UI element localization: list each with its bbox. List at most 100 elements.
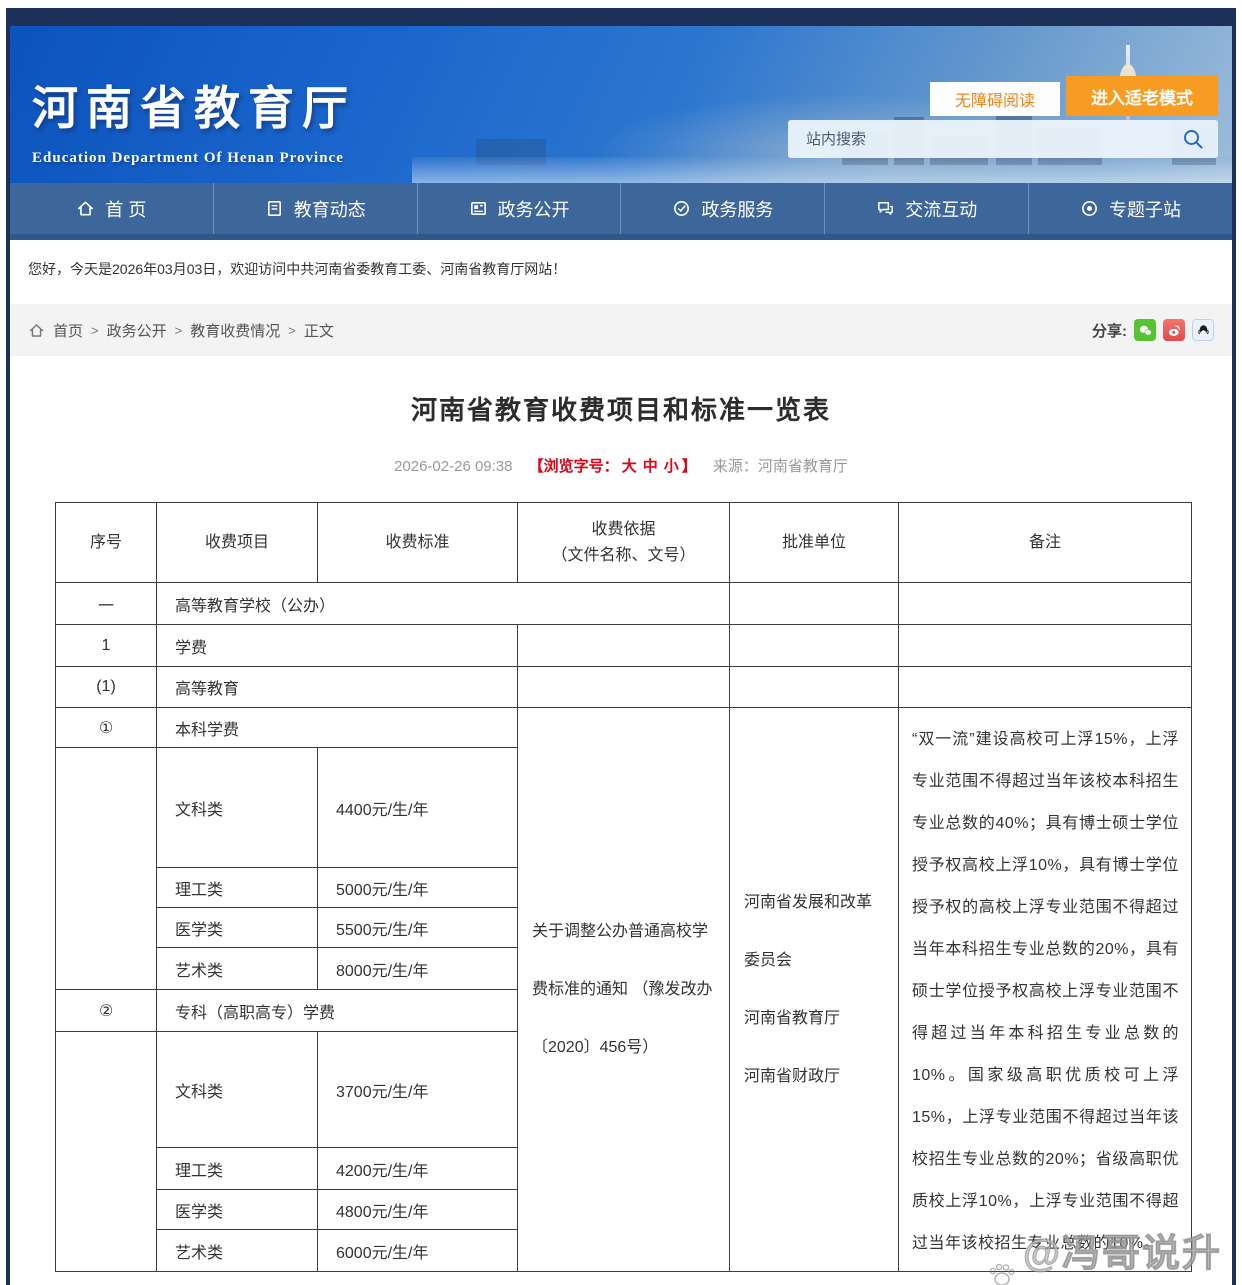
col-header-no: 序号 — [56, 503, 157, 583]
breadcrumb-item-home[interactable]: 首页 — [53, 320, 83, 341]
article: 河南省教育收费项目和标准一览表 2026-02-26 09:38 【浏览字号：大… — [10, 390, 1232, 1272]
fee-standard: 8000元/生/年 — [318, 948, 518, 990]
table-header-row: 序号 收费项目 收费标准 收费依据 （文件名称、文号） 批准单位 备注 — [56, 503, 1192, 583]
font-size-small[interactable]: 小 — [664, 458, 679, 475]
breadcrumb-separator: > — [288, 323, 296, 338]
empty-cell — [899, 667, 1192, 708]
water-reflection — [412, 157, 1232, 183]
empty-cell — [730, 667, 899, 708]
row-no: ② — [56, 990, 157, 1032]
nav-item-education-news[interactable]: 教育动态 — [213, 183, 417, 234]
qq-share-icon[interactable] — [1192, 319, 1214, 341]
wechat-share-icon[interactable] — [1134, 319, 1156, 341]
home-icon — [76, 199, 95, 218]
breadcrumb-home-icon[interactable] — [28, 322, 45, 339]
fee-category: 文科类 — [157, 1032, 318, 1148]
row-item: 专科（高职高专）学费 — [157, 990, 518, 1032]
col-header-basis-line1: 收费依据 — [518, 517, 729, 543]
welcome-bar: 您好，今天是2026年03月03日，欢迎访问中共河南省委教育工委、河南省教育厅网… — [10, 240, 1232, 298]
site-search — [788, 120, 1218, 158]
row-no: (1) — [56, 667, 157, 708]
nav-label: 专题子站 — [1109, 196, 1181, 222]
row-no: ① — [56, 708, 157, 748]
search-input[interactable] — [788, 120, 1182, 158]
font-size-medium[interactable]: 中 — [643, 458, 658, 475]
empty-cell — [730, 583, 899, 625]
row-no: 一 — [56, 583, 157, 625]
fee-category: 医学类 — [157, 1190, 318, 1230]
accessibility-reading-button[interactable]: 无障碍阅读 — [930, 82, 1060, 116]
fee-basis-cell: 关于调整公办普通高校学费标准的通知 （豫发改办〔2020〕456号） — [518, 708, 730, 1272]
fee-category: 文科类 — [157, 748, 318, 868]
site-title: 河南省教育厅 — [32, 72, 356, 138]
chat-bubbles-icon — [876, 199, 895, 218]
table-row: 1 学费 — [56, 625, 1192, 667]
fee-standard: 5500元/生/年 — [318, 908, 518, 948]
breadcrumb-item-fees[interactable]: 教育收费情况 — [190, 320, 280, 341]
col-header-item: 收费项目 — [157, 503, 318, 583]
breadcrumb-separator: > — [175, 323, 183, 338]
site-logo: 河南省教育厅 Education Department Of Henan Pro… — [32, 72, 356, 167]
fee-standard: 5000元/生/年 — [318, 868, 518, 908]
weibo-share-icon[interactable] — [1163, 319, 1185, 341]
col-header-basis-line2: （文件名称、文号） — [518, 543, 729, 569]
breadcrumb-item-gov-disclosure[interactable]: 政务公开 — [107, 320, 167, 341]
font-size-suffix: 】 — [682, 458, 697, 475]
site-banner: 河南省教育厅 Education Department Of Henan Pro… — [10, 26, 1232, 183]
newspaper-icon — [469, 199, 488, 218]
breadcrumb-item-current: 正文 — [304, 320, 334, 341]
fee-standard: 4800元/生/年 — [318, 1190, 518, 1230]
page-title: 河南省教育收费项目和标准一览表 — [10, 390, 1232, 427]
fee-standard: 3700元/生/年 — [318, 1032, 518, 1148]
breadcrumb-bar: 首页 > 政务公开 > 教育收费情况 > 正文 分享: — [10, 304, 1232, 356]
elder-mode-button[interactable]: 进入适老模式 — [1066, 76, 1218, 116]
search-icon[interactable] — [1182, 128, 1204, 150]
col-header-approver: 批准单位 — [730, 503, 899, 583]
main-nav: 首 页 教育动态 政务公开 — [10, 183, 1232, 240]
col-header-basis: 收费依据 （文件名称、文号） — [518, 503, 730, 583]
empty-cell — [518, 625, 730, 667]
row-no: 1 — [56, 625, 157, 667]
target-icon — [1080, 199, 1099, 218]
nav-item-gov-disclosure[interactable]: 政务公开 — [417, 183, 621, 234]
article-source: 来源：河南省教育厅 — [713, 458, 848, 475]
building-shape — [476, 139, 546, 165]
fee-standard: 4400元/生/年 — [318, 748, 518, 868]
row-item: 学费 — [157, 625, 518, 667]
fee-category: 艺术类 — [157, 1230, 318, 1272]
share-widget: 分享: — [1092, 319, 1214, 341]
share-label: 分享: — [1092, 320, 1127, 341]
nav-label: 政务服务 — [701, 196, 773, 222]
fee-category: 理工类 — [157, 868, 318, 908]
fee-category: 艺术类 — [157, 948, 318, 990]
empty-cell — [56, 1032, 157, 1272]
nav-label: 政务公开 — [498, 196, 570, 222]
nav-label: 交流互动 — [905, 196, 977, 222]
fee-standard: 6000元/生/年 — [318, 1230, 518, 1272]
font-size-switcher: 【浏览字号：大中小】 — [529, 458, 697, 475]
nav-label: 首 页 — [105, 196, 146, 222]
col-header-remark: 备注 — [899, 503, 1192, 583]
row-item: 本科学费 — [157, 708, 518, 748]
table-row: ① 本科学费 关于调整公办普通高校学费标准的通知 （豫发改办〔2020〕456号… — [56, 708, 1192, 748]
table-row: (1) 高等教育 — [56, 667, 1192, 708]
approver-cell: 河南省发展和改革委员会 河南省教育厅 河南省财政厅 — [730, 708, 899, 1272]
empty-cell — [899, 583, 1192, 625]
empty-cell — [56, 748, 157, 990]
nav-item-special-subsites[interactable]: 专题子站 — [1028, 183, 1232, 234]
nav-item-interaction[interactable]: 交流互动 — [824, 183, 1028, 234]
article-meta: 2026-02-26 09:38 【浏览字号：大中小】 来源：河南省教育厅 — [10, 455, 1232, 476]
page: 河南省教育厅 Education Department Of Henan Pro… — [0, 0, 1242, 1285]
fees-table: 序号 收费项目 收费标准 收费依据 （文件名称、文号） 批准单位 备注 一 高等… — [55, 502, 1192, 1272]
page-frame: 河南省教育厅 Education Department Of Henan Pro… — [6, 8, 1236, 1285]
document-icon — [265, 199, 284, 218]
col-header-standard: 收费标准 — [318, 503, 518, 583]
empty-cell — [899, 625, 1192, 667]
font-size-large[interactable]: 大 — [622, 458, 637, 475]
fee-category: 理工类 — [157, 1148, 318, 1190]
nav-item-home[interactable]: 首 页 — [10, 183, 213, 234]
empty-cell — [518, 667, 730, 708]
row-item: 高等教育学校（公办） — [157, 583, 730, 625]
nav-item-gov-services[interactable]: 政务服务 — [620, 183, 824, 234]
site-subtitle: Education Department Of Henan Province — [32, 150, 356, 167]
